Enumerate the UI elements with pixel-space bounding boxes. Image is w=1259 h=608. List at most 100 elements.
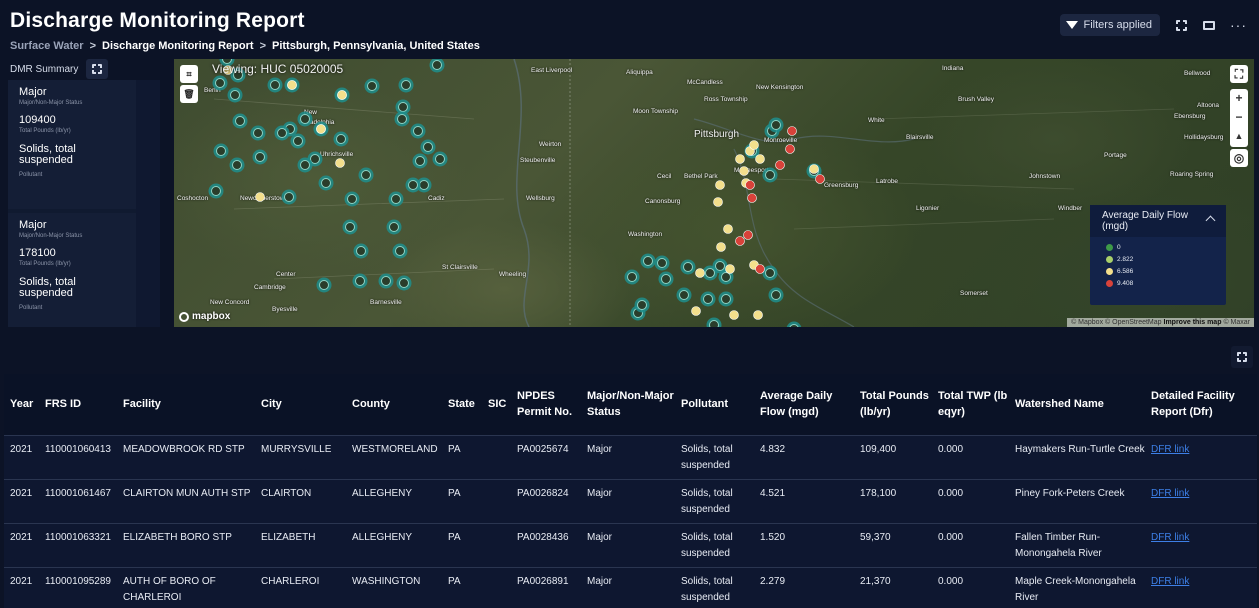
facility-cluster-marker[interactable] bbox=[353, 243, 369, 259]
facility-cluster-marker[interactable] bbox=[640, 253, 656, 269]
dfr-link[interactable]: DFR link bbox=[1151, 444, 1189, 455]
facility-cluster-marker[interactable] bbox=[297, 157, 313, 173]
map-fullscreen-button[interactable]: ⛶ bbox=[1230, 65, 1248, 83]
facility-flow-marker[interactable] bbox=[255, 192, 265, 202]
facility-cluster-marker[interactable] bbox=[267, 77, 283, 93]
chevron-up-icon[interactable] bbox=[1205, 215, 1216, 226]
column-header[interactable]: Watershed Name bbox=[1009, 374, 1145, 435]
zoom-out-button[interactable]: − bbox=[1230, 108, 1248, 127]
facility-cluster-marker[interactable] bbox=[352, 273, 368, 289]
facility-cluster-marker[interactable] bbox=[364, 78, 380, 94]
facility-cluster-marker[interactable] bbox=[700, 291, 716, 307]
facility-cluster-marker[interactable] bbox=[396, 275, 412, 291]
facility-cluster-marker[interactable] bbox=[252, 149, 268, 165]
facility-cluster-marker[interactable] bbox=[318, 175, 334, 191]
facility-flow-marker[interactable] bbox=[735, 236, 745, 246]
trash-tool[interactable]: 🗑 bbox=[180, 85, 198, 103]
column-header[interactable]: Detailed Facility Report (Dfr) bbox=[1145, 374, 1257, 435]
facility-cluster-marker[interactable] bbox=[654, 255, 670, 271]
draw-polygon-tool[interactable]: ⌗ bbox=[180, 65, 198, 83]
zoom-in-button[interactable]: + bbox=[1230, 89, 1248, 108]
dmr-expand-button[interactable] bbox=[86, 59, 108, 79]
facility-cluster-marker[interactable] bbox=[212, 75, 228, 91]
facility-cluster-marker[interactable] bbox=[213, 143, 229, 159]
facility-flow-marker[interactable] bbox=[287, 80, 297, 90]
facility-flow-marker[interactable] bbox=[745, 180, 755, 190]
facility-cluster-marker[interactable] bbox=[274, 125, 290, 141]
facility-cluster-marker[interactable] bbox=[342, 219, 358, 235]
geolocate-button[interactable]: ◎ bbox=[1230, 149, 1248, 167]
column-header[interactable]: Total Pounds (lb/yr) bbox=[854, 374, 932, 435]
facility-cluster-marker[interactable] bbox=[768, 117, 784, 133]
facility-cluster-marker[interactable] bbox=[429, 59, 445, 73]
facility-flow-marker[interactable] bbox=[755, 264, 765, 274]
facility-cluster-marker[interactable] bbox=[229, 157, 245, 173]
attribution-maxar[interactable]: © Maxar bbox=[1223, 319, 1250, 326]
facility-cluster-marker[interactable] bbox=[634, 297, 650, 313]
column-header[interactable]: City bbox=[255, 374, 346, 435]
facility-flow-marker[interactable] bbox=[337, 90, 347, 100]
present-button[interactable] bbox=[1202, 18, 1216, 32]
facility-cluster-marker[interactable] bbox=[405, 177, 421, 193]
facility-cluster-marker[interactable] bbox=[420, 139, 436, 155]
facility-flow-marker[interactable] bbox=[785, 144, 795, 154]
facility-flow-marker[interactable] bbox=[815, 174, 825, 184]
facility-map[interactable]: Berlin New Philadelphia Uhrichsville Coshoct… bbox=[174, 59, 1254, 327]
facility-flow-marker[interactable] bbox=[775, 160, 785, 170]
facility-flow-marker[interactable] bbox=[749, 140, 759, 150]
facility-flow-marker[interactable] bbox=[747, 193, 757, 203]
dfr-link[interactable]: DFR link bbox=[1151, 532, 1189, 543]
facility-flow-marker[interactable] bbox=[695, 268, 705, 278]
facility-cluster-marker[interactable] bbox=[768, 287, 784, 303]
facility-cluster-marker[interactable] bbox=[432, 151, 448, 167]
column-header[interactable]: NPDES Permit No. bbox=[511, 374, 581, 435]
fullscreen-button[interactable] bbox=[1174, 18, 1188, 32]
column-header[interactable]: Major/Non-Major Status bbox=[581, 374, 675, 435]
facility-cluster-marker[interactable] bbox=[250, 125, 266, 141]
column-header[interactable]: Year bbox=[4, 374, 39, 435]
dmr-card[interactable]: Major Major/Non-Major Status 109400 Tota… bbox=[8, 80, 136, 209]
facility-cluster-marker[interactable] bbox=[762, 265, 778, 281]
dfr-link[interactable]: DFR link bbox=[1151, 576, 1189, 587]
dmr-scrollbar[interactable] bbox=[136, 80, 160, 327]
facility-flow-marker[interactable] bbox=[743, 230, 753, 240]
facility-cluster-marker[interactable] bbox=[398, 77, 414, 93]
facility-flow-marker[interactable] bbox=[755, 154, 765, 164]
facility-cluster-marker[interactable] bbox=[680, 259, 696, 275]
facility-cluster-marker[interactable] bbox=[676, 287, 692, 303]
facility-cluster-marker[interactable] bbox=[281, 189, 297, 205]
facility-flow-marker[interactable] bbox=[787, 126, 797, 136]
column-header[interactable]: Average Daily Flow (mgd) bbox=[754, 374, 854, 435]
breadcrumb-surface-water[interactable]: Surface Water bbox=[10, 40, 84, 52]
facility-cluster-marker[interactable] bbox=[208, 183, 224, 199]
facility-cluster-marker[interactable] bbox=[658, 271, 674, 287]
facility-cluster-marker[interactable] bbox=[316, 277, 332, 293]
dmr-card[interactable]: Major Major/Non-Major Status 178100 Tota… bbox=[8, 213, 136, 327]
facility-cluster-marker[interactable] bbox=[358, 167, 374, 183]
facility-cluster-marker[interactable] bbox=[718, 291, 734, 307]
table-expand-button[interactable] bbox=[1231, 346, 1253, 368]
column-header[interactable]: SIC bbox=[482, 374, 511, 435]
facility-cluster-marker[interactable] bbox=[706, 317, 722, 328]
facility-cluster-marker[interactable] bbox=[410, 123, 426, 139]
facility-cluster-marker[interactable] bbox=[297, 111, 313, 127]
facility-flow-marker[interactable] bbox=[713, 197, 723, 207]
column-header[interactable]: Total TWP (lb eqyr) bbox=[932, 374, 1009, 435]
compass-button[interactable]: ▲ bbox=[1230, 127, 1248, 146]
column-header[interactable]: FRS ID bbox=[39, 374, 117, 435]
dfr-link[interactable]: DFR link bbox=[1151, 488, 1189, 499]
column-header[interactable]: County bbox=[346, 374, 442, 435]
facility-cluster-marker[interactable] bbox=[394, 111, 410, 127]
facility-cluster-marker[interactable] bbox=[624, 269, 640, 285]
facility-flow-marker[interactable] bbox=[739, 166, 749, 176]
facility-cluster-marker[interactable] bbox=[386, 219, 402, 235]
facility-cluster-marker[interactable] bbox=[388, 191, 404, 207]
facility-flow-marker[interactable] bbox=[725, 264, 735, 274]
attribution-osm[interactable]: © OpenStreetMap bbox=[1105, 319, 1162, 326]
breadcrumb-dmr[interactable]: Discharge Monitoring Report bbox=[102, 40, 254, 52]
facility-flow-marker[interactable] bbox=[735, 154, 745, 164]
facility-flow-marker[interactable] bbox=[691, 306, 701, 316]
facility-flow-marker[interactable] bbox=[716, 242, 726, 252]
facility-cluster-marker[interactable] bbox=[333, 131, 349, 147]
facility-cluster-marker[interactable] bbox=[232, 113, 248, 129]
